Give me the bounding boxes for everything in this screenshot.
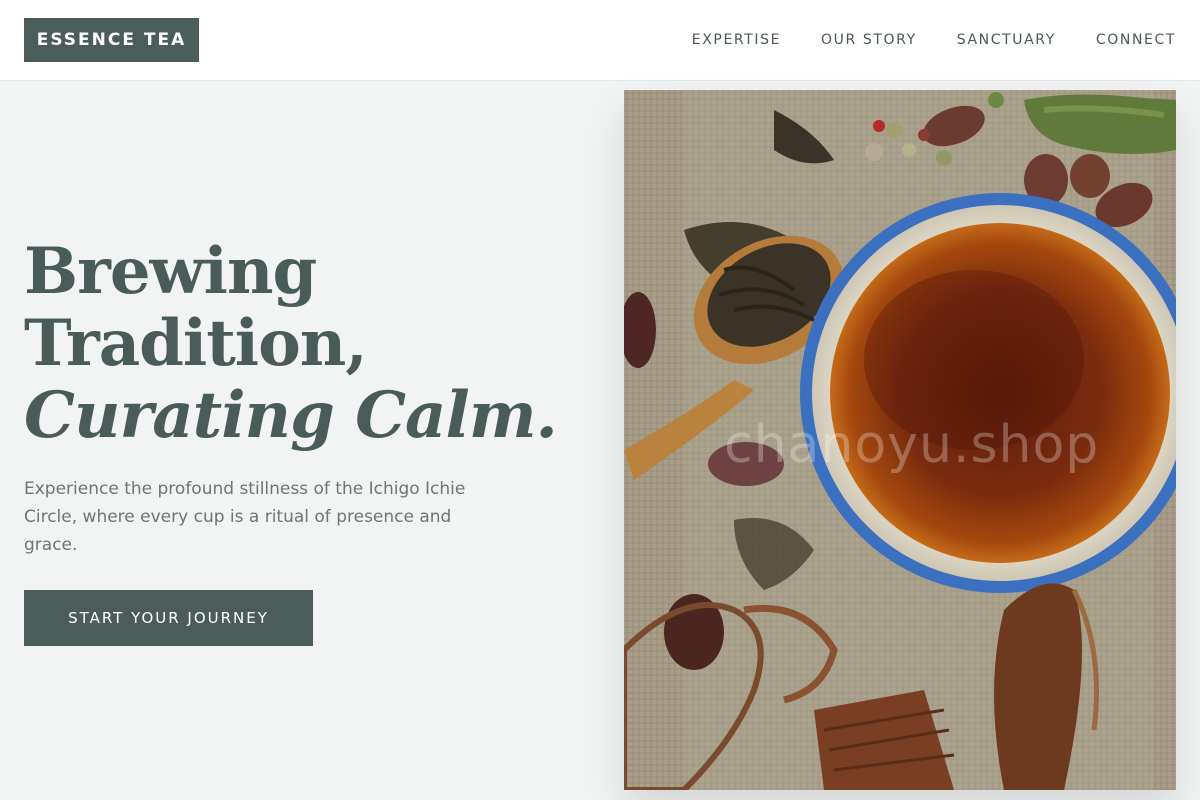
hero-tea-image: chanoyu.shop: [624, 90, 1176, 790]
site-header: ESSENCE TEA EXPERTISE OUR STORY SANCTUAR…: [0, 0, 1200, 81]
main-nav: EXPERTISE OUR STORY SANCTUARY CONNECT: [692, 0, 1176, 80]
nav-item-sanctuary[interactable]: SANCTUARY: [957, 32, 1056, 48]
nav-item-expertise[interactable]: EXPERTISE: [692, 32, 781, 48]
hero-headline: Brewing Tradition, Curating Calm.: [24, 236, 584, 452]
headline-line-1: Brewing: [24, 234, 317, 309]
start-journey-button[interactable]: START YOUR JOURNEY: [24, 590, 313, 646]
nav-item-our-story[interactable]: OUR STORY: [821, 32, 917, 48]
hero-description: Experience the profound stillness of the…: [24, 479, 466, 555]
brand-logo[interactable]: ESSENCE TEA: [24, 18, 199, 62]
headline-line-2: Tradition,: [24, 306, 368, 381]
nav-item-connect[interactable]: CONNECT: [1096, 32, 1176, 48]
image-watermark: chanoyu.shop: [724, 415, 1100, 475]
headline-line-3: Curating Calm.: [24, 378, 558, 453]
